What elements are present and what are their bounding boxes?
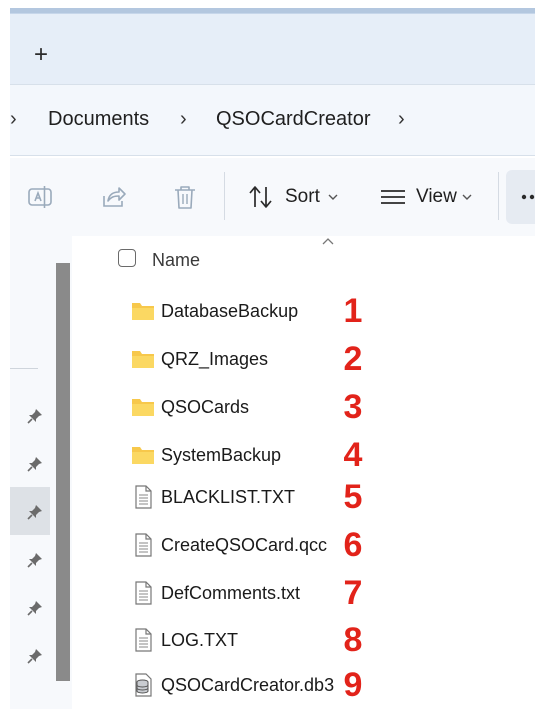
- annotation-number: 1: [343, 292, 363, 330]
- new-tab-button[interactable]: +: [28, 42, 54, 68]
- command-separator: [498, 172, 499, 220]
- chevron-down-icon[interactable]: [461, 192, 473, 202]
- annotation-number: 6: [343, 526, 363, 564]
- annotation-number: 9: [343, 666, 363, 704]
- view-button[interactable]: View: [416, 184, 457, 210]
- file-row[interactable]: BLACKLIST.TXT 5: [100, 473, 520, 521]
- file-row[interactable]: CreateQSOCard.qcc 6: [100, 521, 520, 569]
- tab-strip: [10, 8, 535, 84]
- share-icon[interactable]: [99, 182, 129, 212]
- file-row[interactable]: DefComments.txt 7: [100, 569, 520, 617]
- pin-icon: [27, 601, 42, 616]
- file-row[interactable]: LOG.TXT 8: [100, 616, 520, 664]
- annotation-number: 5: [343, 478, 363, 516]
- file-row[interactable]: QSOCards 3: [100, 383, 520, 431]
- file-row[interactable]: SystemBackup 4: [100, 431, 520, 479]
- text-file-icon: [135, 628, 152, 652]
- column-header-name[interactable]: Name: [152, 247, 200, 273]
- file-row[interactable]: DatabaseBackup 1: [100, 287, 520, 335]
- file-name: QSOCardCreator.db3: [161, 675, 335, 695]
- command-separator: [224, 172, 225, 220]
- file-row[interactable]: QSOCardCreator.db3 9: [100, 661, 520, 709]
- navigation-scrollbar[interactable]: [56, 263, 70, 681]
- sort-button[interactable]: Sort: [285, 184, 320, 210]
- file-name: DatabaseBackup: [161, 301, 299, 321]
- annotation-number: 2: [343, 340, 363, 378]
- pin-icon: [27, 409, 42, 424]
- breadcrumb-chevron-icon[interactable]: ›: [10, 104, 17, 134]
- annotation-number: 7: [343, 574, 363, 612]
- navigation-divider: [10, 368, 38, 369]
- file-name: LOG.TXT: [161, 630, 239, 650]
- breadcrumb-chevron-icon[interactable]: ›: [398, 104, 405, 134]
- file-name: DefComments.txt: [161, 583, 301, 603]
- delete-icon[interactable]: [170, 182, 200, 212]
- rename-icon[interactable]: [26, 182, 56, 212]
- pin-icon: [27, 457, 42, 472]
- annotation-number: 3: [343, 388, 363, 426]
- database-file-icon: [135, 673, 152, 697]
- pin-icon: [27, 553, 42, 568]
- annotation-number: 4: [343, 436, 363, 474]
- file-row[interactable]: QRZ_Images 2: [100, 335, 520, 383]
- text-file-icon: [135, 485, 152, 509]
- chevron-down-icon[interactable]: [327, 192, 339, 202]
- breadcrumb-documents[interactable]: Documents: [48, 104, 149, 134]
- breadcrumb-chevron-icon[interactable]: ›: [180, 104, 187, 134]
- sort-icon[interactable]: [246, 182, 276, 212]
- file-name: QRZ_Images: [161, 349, 269, 369]
- window-accent-line: [10, 8, 535, 13]
- folder-icon: [132, 303, 154, 320]
- select-all-checkbox[interactable]: [118, 249, 136, 267]
- file-name: SystemBackup: [161, 445, 282, 465]
- text-file-icon: [135, 533, 152, 557]
- file-name: BLACKLIST.TXT: [161, 487, 296, 507]
- pin-icon: [27, 649, 42, 664]
- breadcrumb-qsocardcreator[interactable]: QSOCardCreator: [216, 104, 371, 134]
- text-file-icon: [135, 581, 152, 605]
- file-name: QSOCards: [161, 397, 250, 417]
- pin-icon: [27, 505, 42, 520]
- see-more-button[interactable]: [506, 170, 535, 224]
- annotation-number: 8: [343, 621, 363, 659]
- more-options-icon: [521, 194, 535, 200]
- sort-ascending-icon: [322, 238, 334, 245]
- view-icon[interactable]: [378, 182, 408, 212]
- folder-icon: [132, 447, 154, 464]
- folder-icon: [132, 351, 154, 368]
- file-name: CreateQSOCard.qcc: [161, 535, 328, 555]
- folder-icon: [132, 399, 154, 416]
